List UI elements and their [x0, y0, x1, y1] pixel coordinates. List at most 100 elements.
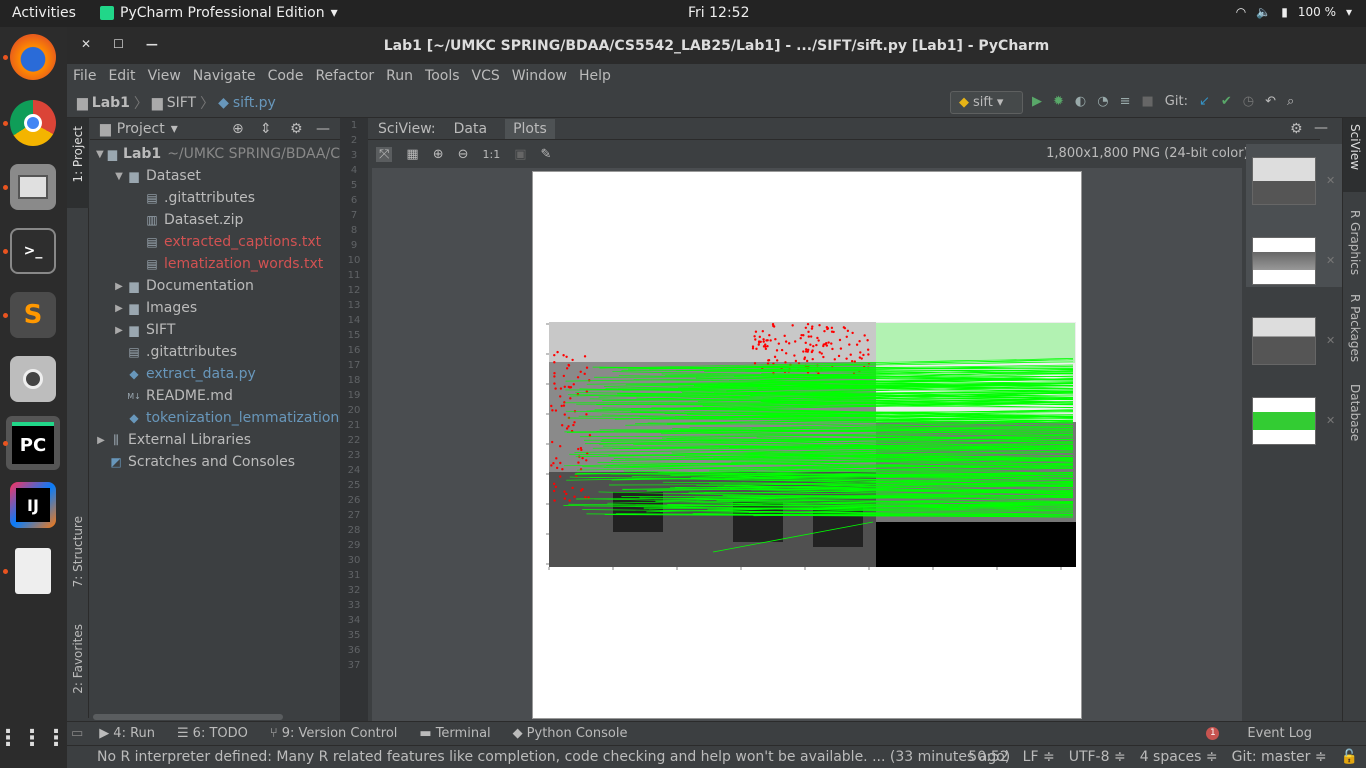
tree-item[interactable]: ▼ ▆ Dataset — [90, 165, 340, 187]
fit-icon[interactable]: ⤧ — [376, 146, 393, 162]
search-icon[interactable]: ⌕ — [1287, 94, 1294, 109]
tab-todo[interactable]: 6: TODO — [193, 726, 248, 741]
thumbnail[interactable] — [1252, 157, 1316, 205]
concurrency-icon[interactable]: ≡ — [1120, 94, 1131, 109]
tab-version-control[interactable]: 9: Version Control — [282, 726, 398, 741]
indent-setting[interactable]: 4 spaces ≑ — [1140, 749, 1218, 765]
status-message[interactable]: No R interpreter defined: Many R related… — [97, 749, 1010, 765]
intellij-icon[interactable]: IJ — [10, 482, 56, 528]
sciview-tool-tab[interactable]: SciView — [1348, 124, 1362, 170]
system-tray[interactable]: ◠ 🔈 ▮ 100 % ▾ — [1236, 5, 1352, 19]
breadcrumb-folder[interactable]: SIFT — [167, 95, 196, 111]
lock-icon[interactable]: 🔓 — [1341, 749, 1358, 765]
tree-item[interactable]: ▶ ▆ SIFT — [90, 319, 340, 341]
menu-window[interactable]: Window — [512, 68, 567, 84]
run-icon[interactable]: ▶ — [1032, 94, 1042, 109]
r-graphics-tool-tab[interactable]: R Graphics — [1348, 210, 1362, 275]
coverage-icon[interactable]: ◐ — [1075, 94, 1086, 109]
r-packages-tool-tab[interactable]: R Packages — [1348, 294, 1362, 362]
thumbnail[interactable] — [1252, 397, 1316, 445]
menu-help[interactable]: Help — [579, 68, 611, 84]
tree-item[interactable]: ▤ extracted_captions.txt — [90, 231, 340, 253]
menu-vcs[interactable]: VCS — [472, 68, 500, 84]
tab-python-console[interactable]: Python Console — [527, 726, 628, 741]
color-picker-icon[interactable]: ✎ — [541, 147, 552, 162]
tree-item[interactable]: ▶ ▆ Documentation — [90, 275, 340, 297]
run-config-select[interactable]: ◆ sift ▾ — [950, 91, 1023, 114]
breadcrumb-file[interactable]: sift.py — [233, 95, 276, 111]
menu-run[interactable]: Run — [386, 68, 413, 84]
close-icon[interactable]: ✕ — [81, 37, 91, 51]
firefox-icon[interactable] — [10, 34, 56, 80]
tab-terminal[interactable]: Terminal — [436, 726, 491, 741]
tree-item[interactable]: ▥ Dataset.zip — [90, 209, 340, 231]
chevron-right-icon[interactable]: ▶ — [112, 281, 126, 292]
document-icon[interactable] — [15, 548, 51, 594]
favorites-tool-tab[interactable]: 2: Favorites — [71, 624, 85, 694]
sublime-icon[interactable]: S — [10, 292, 56, 338]
close-icon[interactable]: ✕ — [1326, 414, 1335, 427]
pycharm-icon[interactable]: PC — [6, 416, 60, 470]
project-tool-tab[interactable]: 1: Project — [71, 126, 85, 183]
tree-item[interactable]: ▤ .gitattributes — [90, 341, 340, 363]
clock[interactable]: Fri 12:52 — [688, 5, 749, 21]
stop-icon[interactable]: ■ — [1142, 94, 1154, 109]
chevron-right-icon[interactable]: ▶ — [112, 303, 126, 314]
app-grid-icon[interactable]: ⋮⋮⋮ — [0, 715, 67, 761]
files-icon[interactable] — [10, 164, 56, 210]
vcs-commit-icon[interactable]: ✔ — [1221, 94, 1232, 109]
tree-item[interactable]: M↓ README.md — [90, 385, 340, 407]
horizontal-scrollbar[interactable] — [93, 714, 283, 720]
file-encoding[interactable]: UTF-8 ≑ — [1069, 749, 1126, 765]
breadcrumb-root[interactable]: Lab1 — [92, 95, 130, 111]
locate-icon[interactable]: ⊕ — [232, 121, 244, 137]
tree-item[interactable]: ▤ lematization_words.txt — [90, 253, 340, 275]
menu-view[interactable]: View — [148, 68, 181, 84]
gear-icon[interactable]: ⚙ — [1290, 121, 1303, 137]
chevron-down-icon[interactable]: ▼ — [94, 149, 106, 160]
tab-data[interactable]: Data — [454, 121, 487, 137]
debug-icon[interactable]: ✹ — [1053, 94, 1064, 109]
gear-icon[interactable]: ⚙ — [290, 121, 303, 137]
tree-item[interactable]: ▶ ▆ Images — [90, 297, 340, 319]
close-icon[interactable]: ✕ — [1326, 254, 1335, 267]
history-icon[interactable]: ◷ — [1243, 94, 1254, 109]
close-icon[interactable]: ✕ — [1326, 334, 1335, 347]
tree-item[interactable]: ◆ extract_data.py — [90, 363, 340, 385]
menu-navigate[interactable]: Navigate — [193, 68, 256, 84]
tree-item[interactable]: ◩ Scratches and Consoles — [90, 451, 340, 473]
tree-item[interactable]: ▶ ⫼ External Libraries — [90, 429, 340, 451]
image-canvas[interactable] — [372, 168, 1242, 721]
tree-item[interactable]: ▤ .gitattributes — [90, 187, 340, 209]
chevron-right-icon[interactable]: ▶ — [94, 435, 108, 446]
menu-refactor[interactable]: Refactor — [315, 68, 374, 84]
layout-icon[interactable]: ▭ — [71, 726, 83, 741]
chevron-down-icon[interactable]: ▼ — [112, 171, 126, 182]
tree-item[interactable]: ◆ tokenization_lemmatization — [90, 407, 340, 429]
activities-button[interactable]: Activities — [12, 5, 76, 21]
menu-tools[interactable]: Tools — [425, 68, 460, 84]
zoom-in-icon[interactable]: ⊕ — [433, 147, 444, 162]
hide-icon[interactable]: — — [1314, 120, 1328, 136]
maximize-icon[interactable]: ☐ — [113, 37, 124, 51]
menu-edit[interactable]: Edit — [108, 68, 135, 84]
minimize-icon[interactable]: — — [146, 37, 158, 51]
line-separator[interactable]: LF ≑ — [1023, 749, 1055, 765]
caret-position[interactable]: 50:52 — [968, 749, 1008, 765]
structure-tool-tab[interactable]: 7: Structure — [71, 516, 85, 587]
database-tool-tab[interactable]: Database — [1348, 384, 1362, 441]
revert-icon[interactable]: ↶ — [1265, 94, 1276, 109]
terminal-icon[interactable]: >_ — [10, 228, 56, 274]
grid-icon[interactable]: ▦ — [406, 147, 418, 162]
thumbnail[interactable] — [1252, 237, 1316, 285]
project-view-select[interactable]: Project — [117, 121, 165, 137]
vcs-update-icon[interactable]: ↙ — [1199, 94, 1210, 109]
thumbnail[interactable] — [1252, 317, 1316, 365]
git-branch[interactable]: Git: master ≑ — [1232, 749, 1327, 765]
hide-icon[interactable]: — — [316, 121, 330, 137]
camera-icon[interactable] — [10, 356, 56, 402]
zoom-out-icon[interactable]: ⊖ — [458, 147, 469, 162]
tab-plots[interactable]: Plots — [505, 118, 555, 139]
event-log[interactable]: 1 Event Log — [1194, 726, 1324, 741]
app-menu[interactable]: PyCharm Professional Edition ▾ — [100, 5, 338, 21]
